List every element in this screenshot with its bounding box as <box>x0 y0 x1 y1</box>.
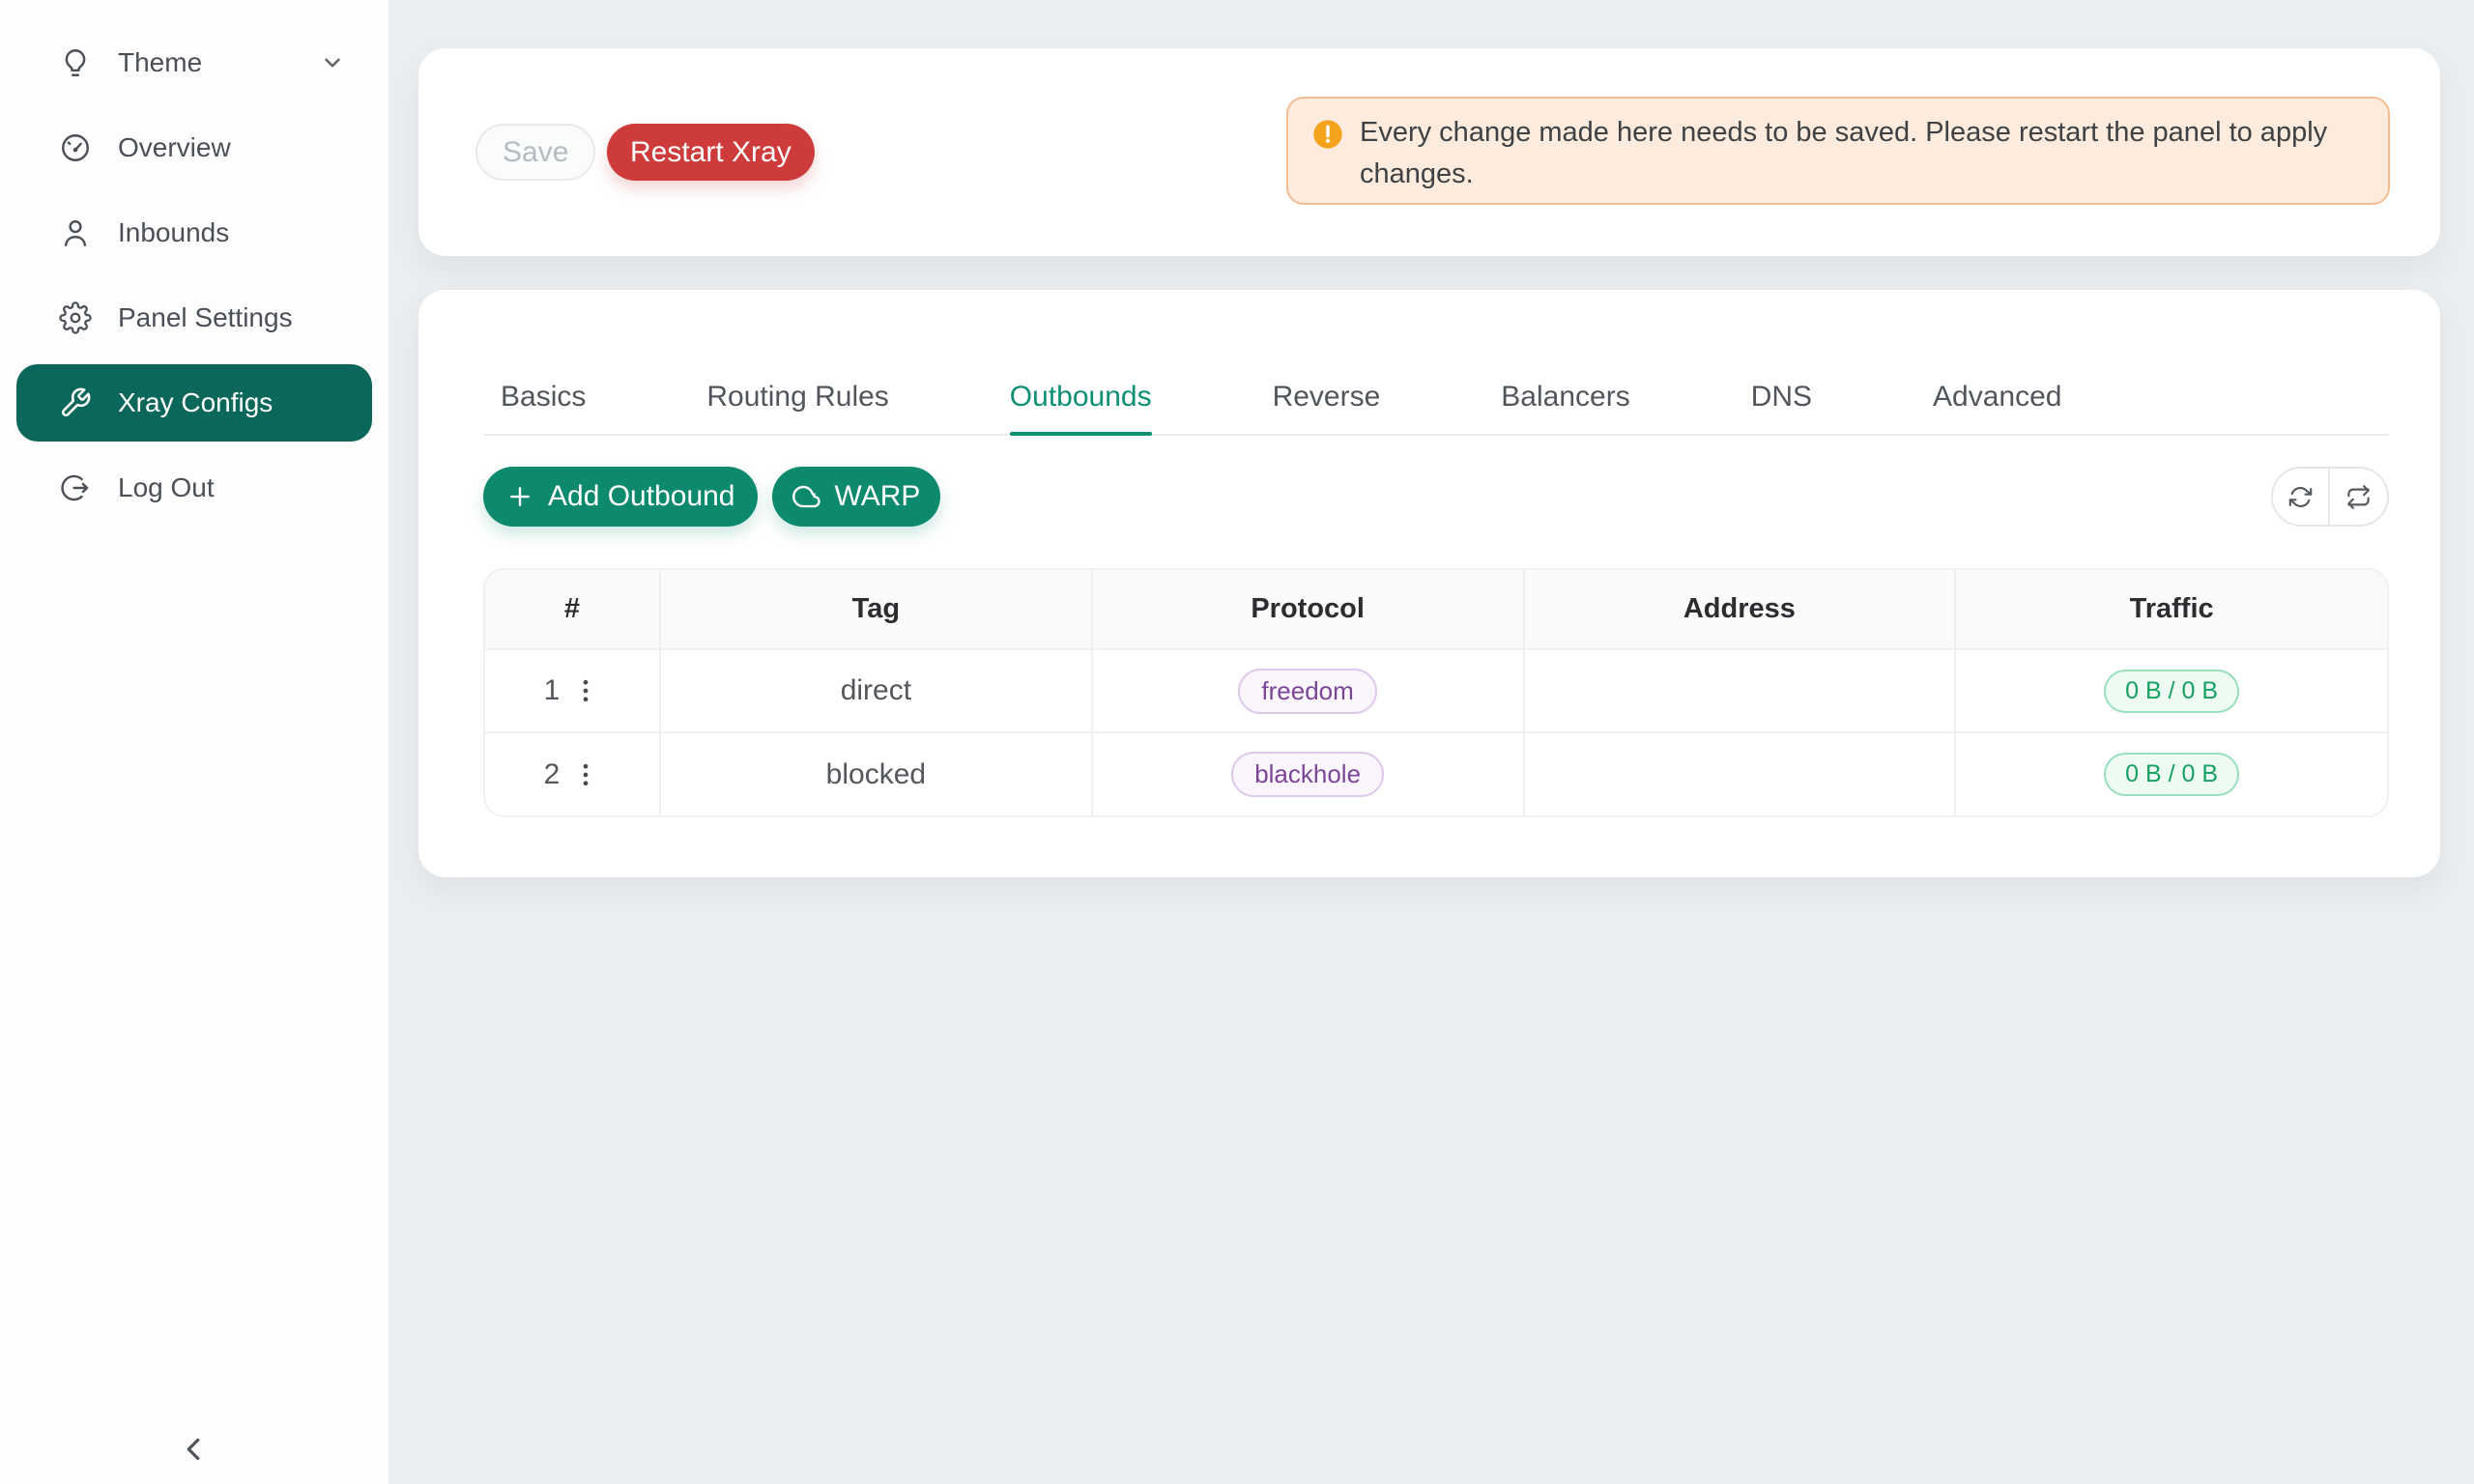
tab-reverse[interactable]: Reverse <box>1273 380 1381 434</box>
tab-dns[interactable]: DNS <box>1751 380 1812 434</box>
address-cell <box>1524 732 1956 815</box>
alert-message-line1: Every change made here needs to be saved… <box>1360 112 2327 154</box>
sidebar-item-label: Inbounds <box>118 217 229 248</box>
sidebar-item-log-out[interactable]: Log Out <box>16 449 372 527</box>
sidebar-item-label: Overview <box>118 132 231 163</box>
add-outbound-label: Add Outbound <box>548 480 735 513</box>
plus-icon <box>505 482 534 511</box>
sidebar: Theme Overview Inbounds Panel Settings X… <box>0 0 388 1484</box>
tab-advanced[interactable]: Advanced <box>1933 380 2061 434</box>
wrench-icon <box>59 386 92 419</box>
column-header-index: # <box>485 570 660 649</box>
sidebar-item-inbounds[interactable]: Inbounds <box>16 194 372 271</box>
add-outbound-button[interactable]: Add Outbound <box>483 467 758 527</box>
toolbar-card: Save Restart Xray Every change made here… <box>418 48 2440 256</box>
refresh-button[interactable] <box>2273 469 2330 525</box>
more-vertical-icon[interactable] <box>571 676 600 705</box>
tab-balancers[interactable]: Balancers <box>1501 380 1629 434</box>
tag-cell: blocked <box>660 732 1092 815</box>
sidebar-item-label: Panel Settings <box>118 302 293 333</box>
alert-message-line2: changes. <box>1360 154 2327 195</box>
xray-config-card: Basics Routing Rules Outbounds Reverse B… <box>418 290 2440 877</box>
tag-cell: direct <box>660 649 1092 732</box>
warp-label: WARP <box>835 480 921 513</box>
table-row: 1 direct freedom 0 B / 0 B <box>485 649 2387 732</box>
gear-icon <box>59 301 92 334</box>
outbounds-actions-row: Add Outbound WARP <box>483 467 2389 527</box>
row-index: 1 <box>544 674 561 707</box>
more-vertical-icon[interactable] <box>571 760 600 789</box>
sidebar-item-theme[interactable]: Theme <box>16 24 372 101</box>
logout-icon <box>59 471 92 504</box>
sidebar-item-panel-settings[interactable]: Panel Settings <box>16 279 372 357</box>
column-header-traffic: Traffic <box>1955 570 2387 649</box>
table-header-row: # Tag Protocol Address Traffic <box>485 570 2387 649</box>
exclamation-circle-icon <box>1312 119 1343 150</box>
chevron-left-icon <box>175 1431 212 1468</box>
xray-panel-screen: Theme Overview Inbounds Panel Settings X… <box>0 0 2474 1484</box>
tab-outbounds[interactable]: Outbounds <box>1010 380 1152 434</box>
restart-xray-button[interactable]: Restart Xray <box>607 124 815 181</box>
protocol-badge: freedom <box>1238 669 1376 714</box>
sidebar-item-label: Log Out <box>118 472 215 503</box>
sidebar-item-overview[interactable]: Overview <box>16 109 372 186</box>
chevron-down-icon <box>320 50 345 75</box>
restart-warning-alert: Every change made here needs to be saved… <box>1286 97 2390 205</box>
refresh-icon <box>2287 484 2314 510</box>
column-header-address: Address <box>1524 570 1956 649</box>
lightbulb-icon <box>59 46 92 79</box>
traffic-badge: 0 B / 0 B <box>2104 670 2239 713</box>
outbounds-table: # Tag Protocol Address Traffic 1 <box>483 568 2389 817</box>
xray-config-tabs: Basics Routing Rules Outbounds Reverse B… <box>483 290 2389 436</box>
alert-message: Every change made here needs to be saved… <box>1360 112 2327 195</box>
sidebar-item-label: Xray Configs <box>118 387 273 418</box>
row-index: 2 <box>544 758 561 791</box>
repeat-button[interactable] <box>2330 469 2387 525</box>
table-tools-group <box>2271 467 2389 527</box>
save-button[interactable]: Save <box>475 124 595 181</box>
table-row: 2 blocked blackhole 0 B / 0 B <box>485 732 2387 815</box>
traffic-badge: 0 B / 0 B <box>2104 753 2239 796</box>
main-content: Save Restart Xray Every change made here… <box>388 0 2474 1484</box>
column-header-protocol: Protocol <box>1092 570 1524 649</box>
sidebar-item-label: Theme <box>118 47 202 78</box>
tab-basics[interactable]: Basics <box>501 380 586 434</box>
gauge-icon <box>59 131 92 164</box>
repeat-icon <box>2345 484 2372 510</box>
protocol-badge: blackhole <box>1231 752 1384 797</box>
sidebar-collapse-button[interactable] <box>162 1418 224 1480</box>
column-header-tag: Tag <box>660 570 1092 649</box>
address-cell <box>1524 649 1956 732</box>
warp-button[interactable]: WARP <box>772 467 941 527</box>
sidebar-item-xray-configs[interactable]: Xray Configs <box>16 364 372 442</box>
cloud-icon <box>792 482 821 511</box>
tab-routing-rules[interactable]: Routing Rules <box>706 380 888 434</box>
user-icon <box>59 216 92 249</box>
